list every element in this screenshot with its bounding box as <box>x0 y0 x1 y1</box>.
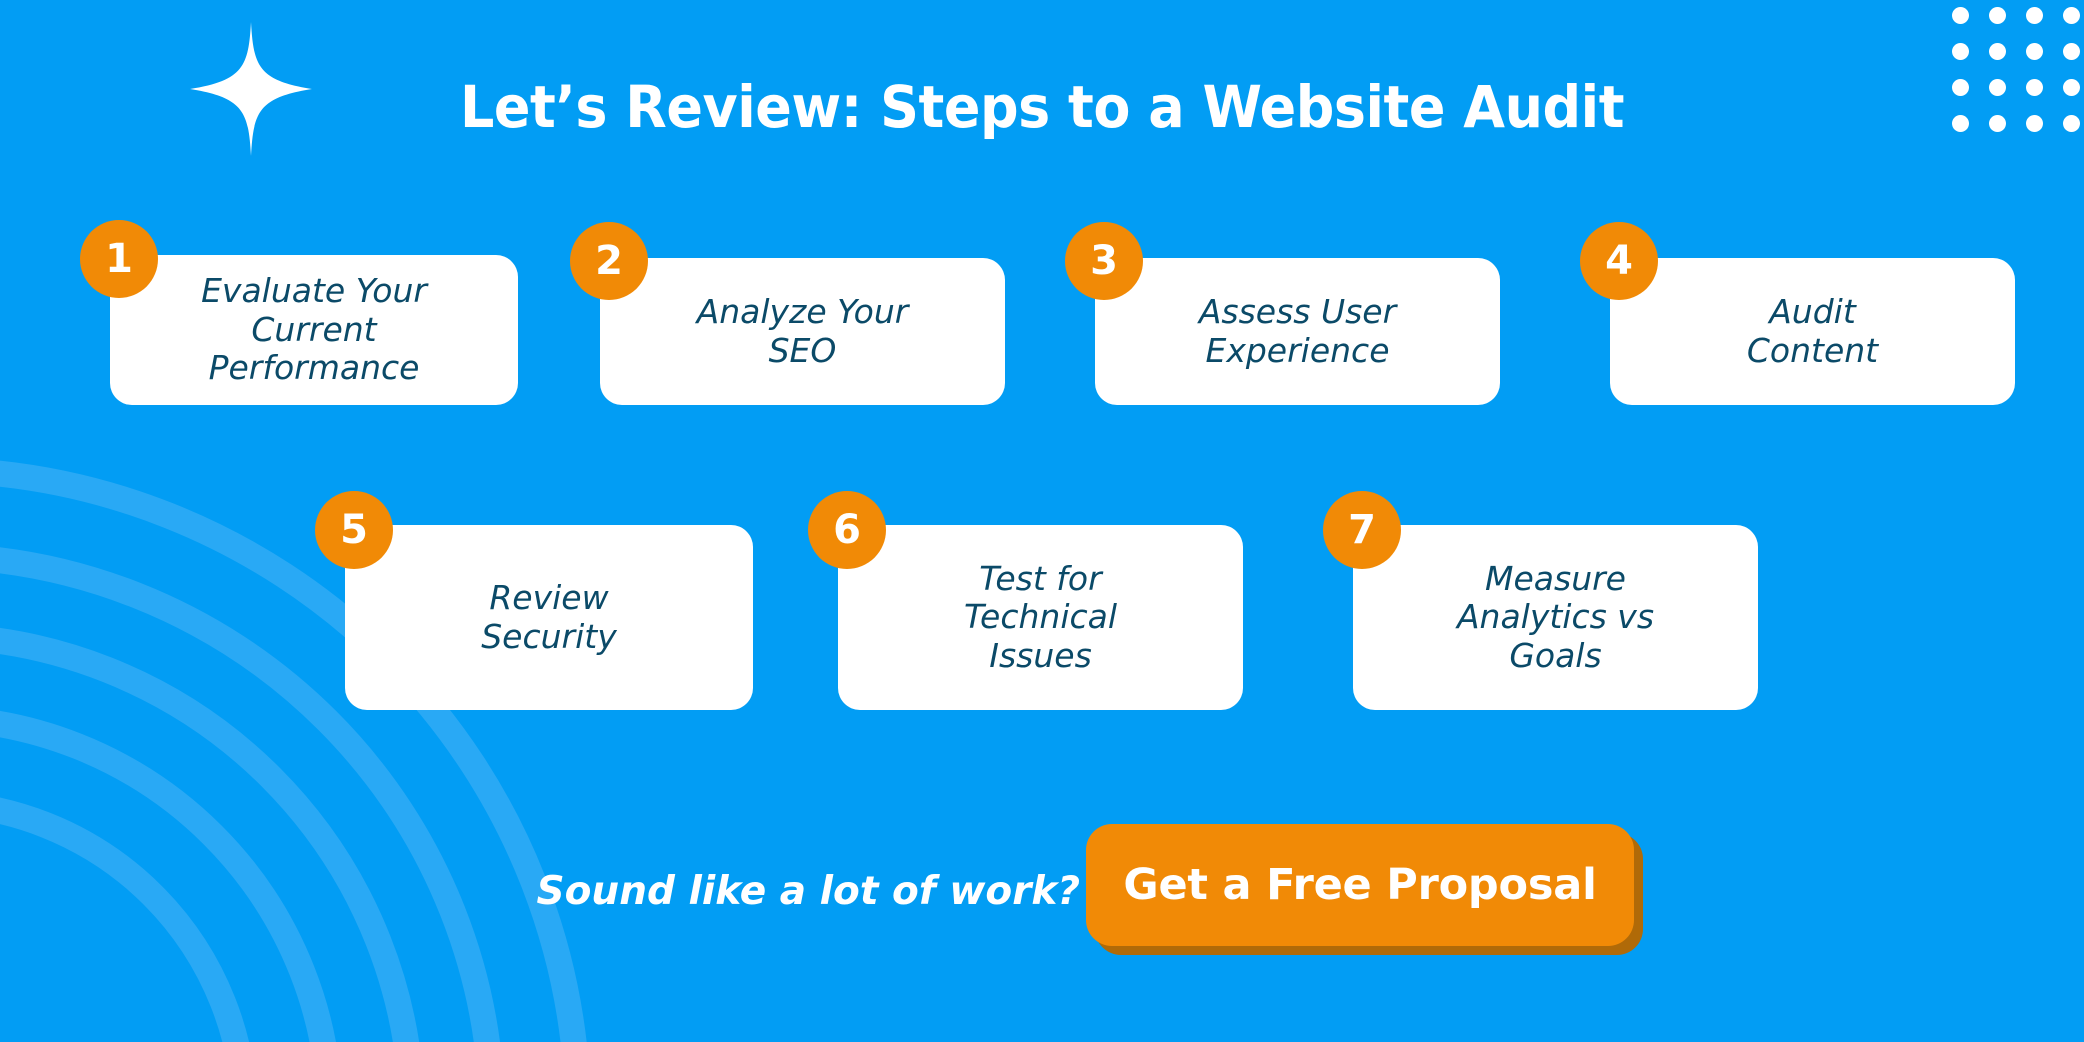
infographic-canvas: Let’s Review: Steps to a Website Audit E… <box>0 0 2084 1042</box>
step-card-label: Audit Content <box>1746 291 1879 370</box>
step-card-label: Test for Technical Issues <box>963 558 1118 675</box>
step-card-label: Analyze Your SEO <box>696 291 909 370</box>
step-card-3[interactable]: Assess User Experience 3 <box>1065 222 1500 405</box>
step-card-body: Review Security <box>345 525 753 710</box>
step-card-body: Audit Content <box>1610 258 2015 405</box>
step-card-label: Measure Analytics vs Goals <box>1456 558 1655 675</box>
step-badge-3: 3 <box>1065 222 1143 300</box>
step-badge-2: 2 <box>570 222 648 300</box>
get-a-free-proposal-button[interactable]: Get a Free Proposal <box>1086 824 1634 946</box>
step-badge-5: 5 <box>315 491 393 569</box>
step-card-2[interactable]: Analyze Your SEO 2 <box>570 222 1005 405</box>
step-card-body: Evaluate Your Current Performance <box>110 255 518 405</box>
tagline-text: Sound like a lot of work? <box>536 869 1080 914</box>
step-card-1[interactable]: Evaluate Your Current Performance 1 <box>80 220 518 405</box>
step-badge-4: 4 <box>1580 222 1658 300</box>
step-card-7[interactable]: Measure Analytics vs Goals 7 <box>1323 491 1758 710</box>
step-card-label: Review Security <box>481 577 617 656</box>
step-card-body: Measure Analytics vs Goals <box>1353 525 1758 710</box>
step-card-6[interactable]: Test for Technical Issues 6 <box>808 491 1243 710</box>
step-card-label: Evaluate Your Current Performance <box>201 271 427 388</box>
step-badge-6: 6 <box>808 491 886 569</box>
step-card-body: Assess User Experience <box>1095 258 1500 405</box>
step-card-body: Test for Technical Issues <box>838 525 1243 710</box>
page-title: Let’s Review: Steps to a Website Audit <box>459 73 1625 141</box>
step-badge-7: 7 <box>1323 491 1401 569</box>
step-badge-1: 1 <box>80 220 158 298</box>
cta-container: Get a Free Proposal <box>1086 824 1646 964</box>
step-card-body: Analyze Your SEO <box>600 258 1005 405</box>
step-card-label: Assess User Experience <box>1198 291 1397 370</box>
step-card-5[interactable]: Review Security 5 <box>315 491 753 710</box>
step-card-4[interactable]: Audit Content 4 <box>1580 222 2015 405</box>
